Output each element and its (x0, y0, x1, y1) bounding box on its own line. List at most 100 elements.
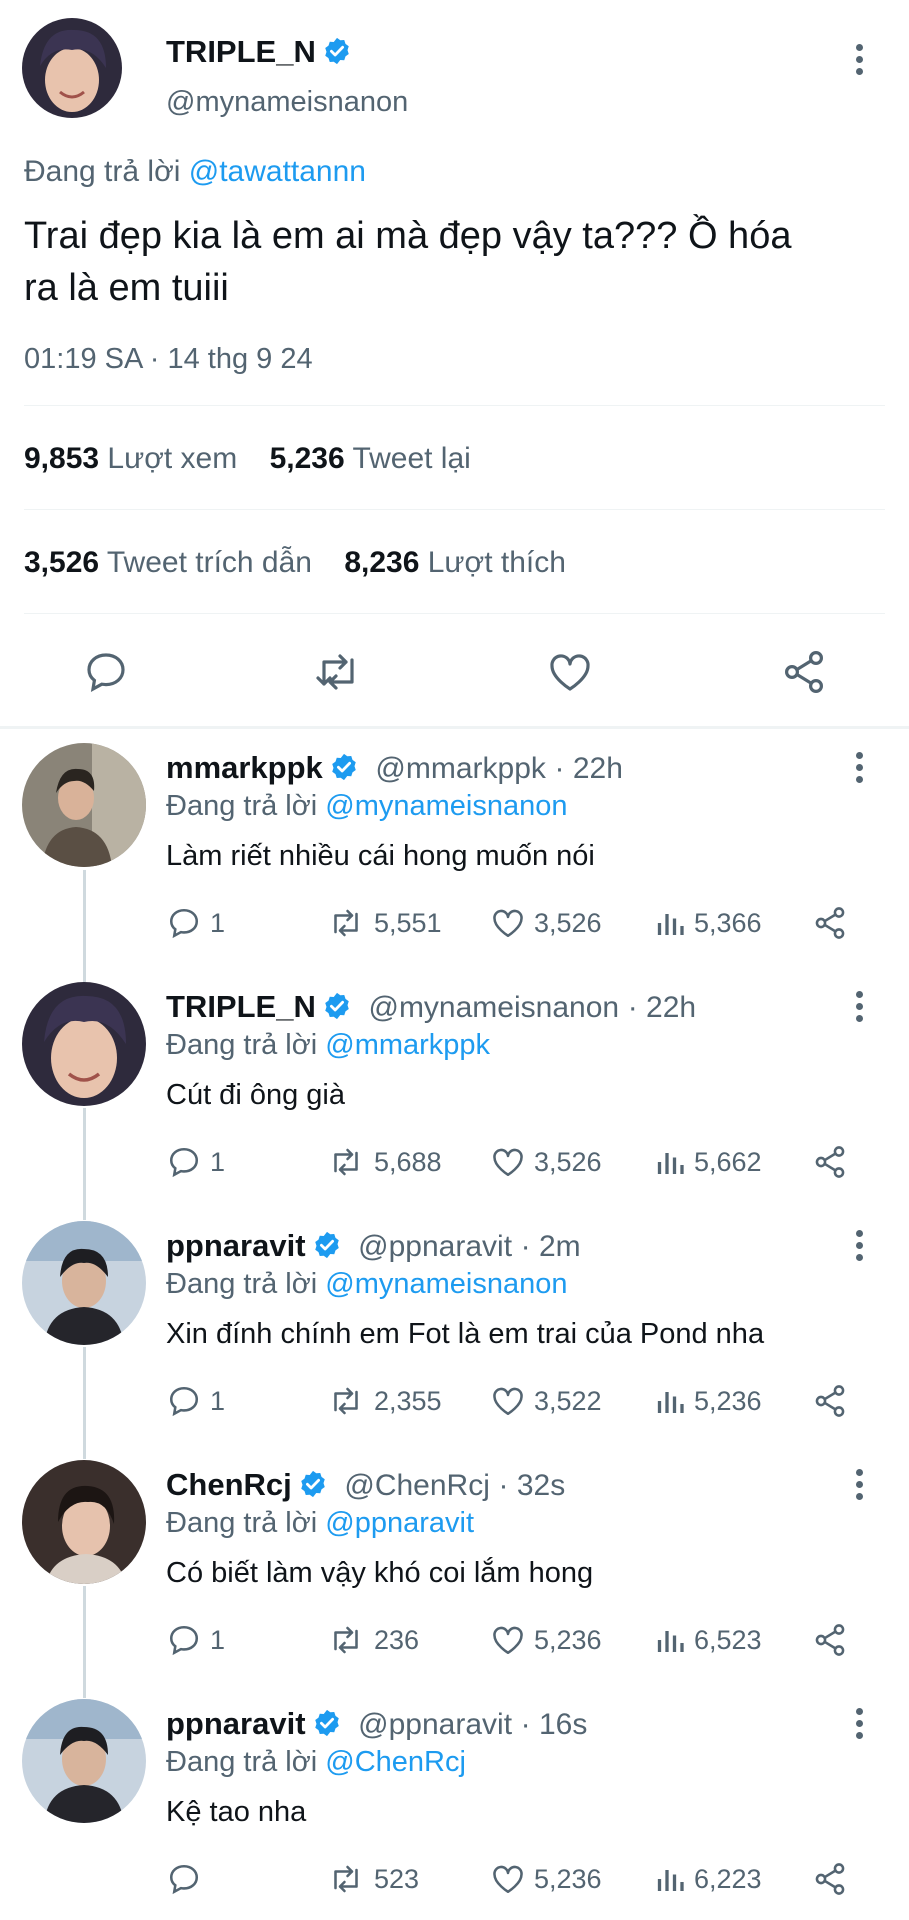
replying-to-link[interactable]: @tawattannn (189, 155, 366, 188)
like-button[interactable]: 3,526 (490, 1144, 602, 1180)
likes-label: Lượt thích (427, 546, 566, 579)
reply-button[interactable]: 1 (166, 1622, 225, 1658)
reply-avatar[interactable] (22, 1699, 146, 1823)
reply-icon (169, 908, 199, 939)
reply-author-row: ppnaravit @ppnaravit · 16s (166, 1706, 587, 1746)
retweet-button[interactable]: 523 (326, 1861, 419, 1897)
reply-text: Xin đính chính em Fot là em trai của Pon… (166, 1318, 765, 1350)
reply-time[interactable]: · 22h (628, 991, 696, 1024)
views-button[interactable]: 5,662 (654, 1144, 762, 1180)
reply-time[interactable]: · 32s (499, 1469, 566, 1502)
more-options-icon[interactable] (855, 1708, 865, 1744)
share-button[interactable] (812, 1622, 856, 1658)
author-name[interactable]: TRIPLE_N (166, 34, 352, 74)
reply-time[interactable]: · 16s (521, 1708, 588, 1741)
thread-line (83, 1586, 86, 1698)
share-button[interactable] (780, 648, 828, 701)
reply-button[interactable] (82, 648, 130, 701)
retweets-stat[interactable]: 5,236 Tweet lại (270, 442, 471, 475)
more-options-icon[interactable] (855, 1469, 865, 1505)
views-count: 9,853 (24, 442, 100, 475)
reply-icon (169, 1864, 199, 1895)
share-button[interactable] (812, 1144, 856, 1180)
reply-text: Kệ tao nha (166, 1796, 307, 1828)
views-chart-icon (657, 1392, 684, 1413)
author-handle[interactable]: @mynameisnanon (166, 86, 408, 119)
author-display-name[interactable]: TRIPLE_N (166, 34, 316, 69)
retweet-button[interactable]: 236 (326, 1622, 419, 1658)
views-button[interactable]: 6,223 (654, 1861, 762, 1897)
reply-handle[interactable]: @ChenRcj (344, 1469, 490, 1502)
reply-handle[interactable]: @ppnaravit (358, 1230, 512, 1263)
reply-avatar[interactable] (22, 982, 146, 1106)
reply-button[interactable]: 1 (166, 905, 225, 941)
reply-avatar[interactable] (22, 743, 146, 867)
reply-display-name[interactable]: ppnaravit (166, 1706, 306, 1741)
share-button[interactable] (812, 1861, 856, 1897)
likes-stat[interactable]: 8,236 Lượt thích (344, 546, 566, 579)
reply-count: 1 (210, 1146, 226, 1177)
retweet-button[interactable] (312, 648, 364, 701)
replying-to-link[interactable]: @mynameisnanon (325, 790, 567, 822)
more-options-icon[interactable] (855, 1230, 865, 1266)
views-button[interactable]: 5,236 (654, 1383, 762, 1419)
like-button[interactable]: 5,236 (490, 1622, 602, 1658)
retweets-count: 5,236 (269, 442, 345, 475)
reply-display-name[interactable]: TRIPLE_N (166, 989, 316, 1024)
view-count: 5,236 (694, 1385, 762, 1416)
retweet-button[interactable]: 2,355 (326, 1383, 442, 1419)
replying-to-link[interactable]: @ChenRcj (325, 1746, 466, 1778)
replying-to-row: Đang trả lời @ChenRcj (166, 1746, 466, 1779)
more-options-icon[interactable] (855, 44, 865, 80)
like-count: 3,526 (534, 1146, 602, 1177)
replying-to-link[interactable]: @ppnaravit (325, 1507, 474, 1539)
retweet-count: 236 (374, 1624, 420, 1655)
reply-time[interactable]: · 2m (521, 1230, 581, 1263)
retweet-icon (334, 1626, 358, 1654)
retweets-label: Tweet lại (352, 442, 471, 475)
reply-avatar[interactable] (22, 1221, 146, 1345)
share-button[interactable] (812, 905, 856, 941)
like-button[interactable]: 5,236 (490, 1861, 602, 1897)
more-options-icon[interactable] (855, 752, 865, 788)
views-button[interactable]: 6,523 (654, 1622, 762, 1658)
reply-avatar[interactable] (22, 1460, 146, 1584)
author-avatar[interactable] (22, 18, 122, 118)
reply-text: Có biết làm vậy khó coi lắm hong (166, 1557, 594, 1589)
section-divider (0, 726, 909, 729)
reply-handle[interactable]: @mynameisnanon (368, 991, 619, 1024)
like-button[interactable] (546, 648, 594, 701)
replying-to-link[interactable]: @mmarkppk (325, 1029, 490, 1061)
like-button[interactable]: 3,522 (490, 1383, 602, 1419)
retweet-count: 523 (374, 1863, 420, 1894)
views-label: Lượt xem (107, 442, 238, 475)
verified-badge-icon (312, 1708, 342, 1746)
thread-line (83, 870, 86, 982)
reply-button[interactable]: 1 (166, 1144, 225, 1180)
reply-handle[interactable]: @mmarkppk (375, 752, 545, 785)
views-chart-icon (657, 914, 684, 935)
view-count: 5,366 (694, 907, 762, 938)
reply-button[interactable]: 1 (166, 1383, 225, 1419)
more-options-icon[interactable] (855, 991, 865, 1027)
share-icon (815, 1624, 845, 1656)
reply-button[interactable] (166, 1861, 210, 1897)
views-button[interactable]: 5,366 (654, 905, 762, 941)
reply-display-name[interactable]: ChenRcj (166, 1467, 292, 1502)
reply-time[interactable]: · 22h (555, 752, 623, 785)
tweet-timestamp[interactable]: 01:19 SA · 14 thg 9 24 (24, 343, 313, 376)
like-button[interactable]: 3,526 (490, 905, 602, 941)
views-stat[interactable]: 9,853 Lượt xem (24, 442, 237, 475)
reply-author-row: TRIPLE_N @mynameisnanon · 22h (166, 989, 696, 1029)
retweet-button[interactable]: 5,688 (326, 1144, 442, 1180)
views-chart-icon (657, 1631, 684, 1652)
reply-display-name[interactable]: mmarkppk (166, 750, 323, 785)
reply-display-name[interactable]: ppnaravit (166, 1228, 306, 1263)
retweet-button[interactable]: 5,551 (326, 905, 442, 941)
share-button[interactable] (812, 1383, 856, 1419)
quotes-stat[interactable]: 3,526 Tweet trích dẫn (24, 546, 312, 579)
replying-to-link[interactable]: @mynameisnanon (325, 1268, 567, 1300)
share-icon (815, 1146, 845, 1178)
reply-handle[interactable]: @ppnaravit (358, 1708, 512, 1741)
like-count: 3,522 (534, 1385, 602, 1416)
